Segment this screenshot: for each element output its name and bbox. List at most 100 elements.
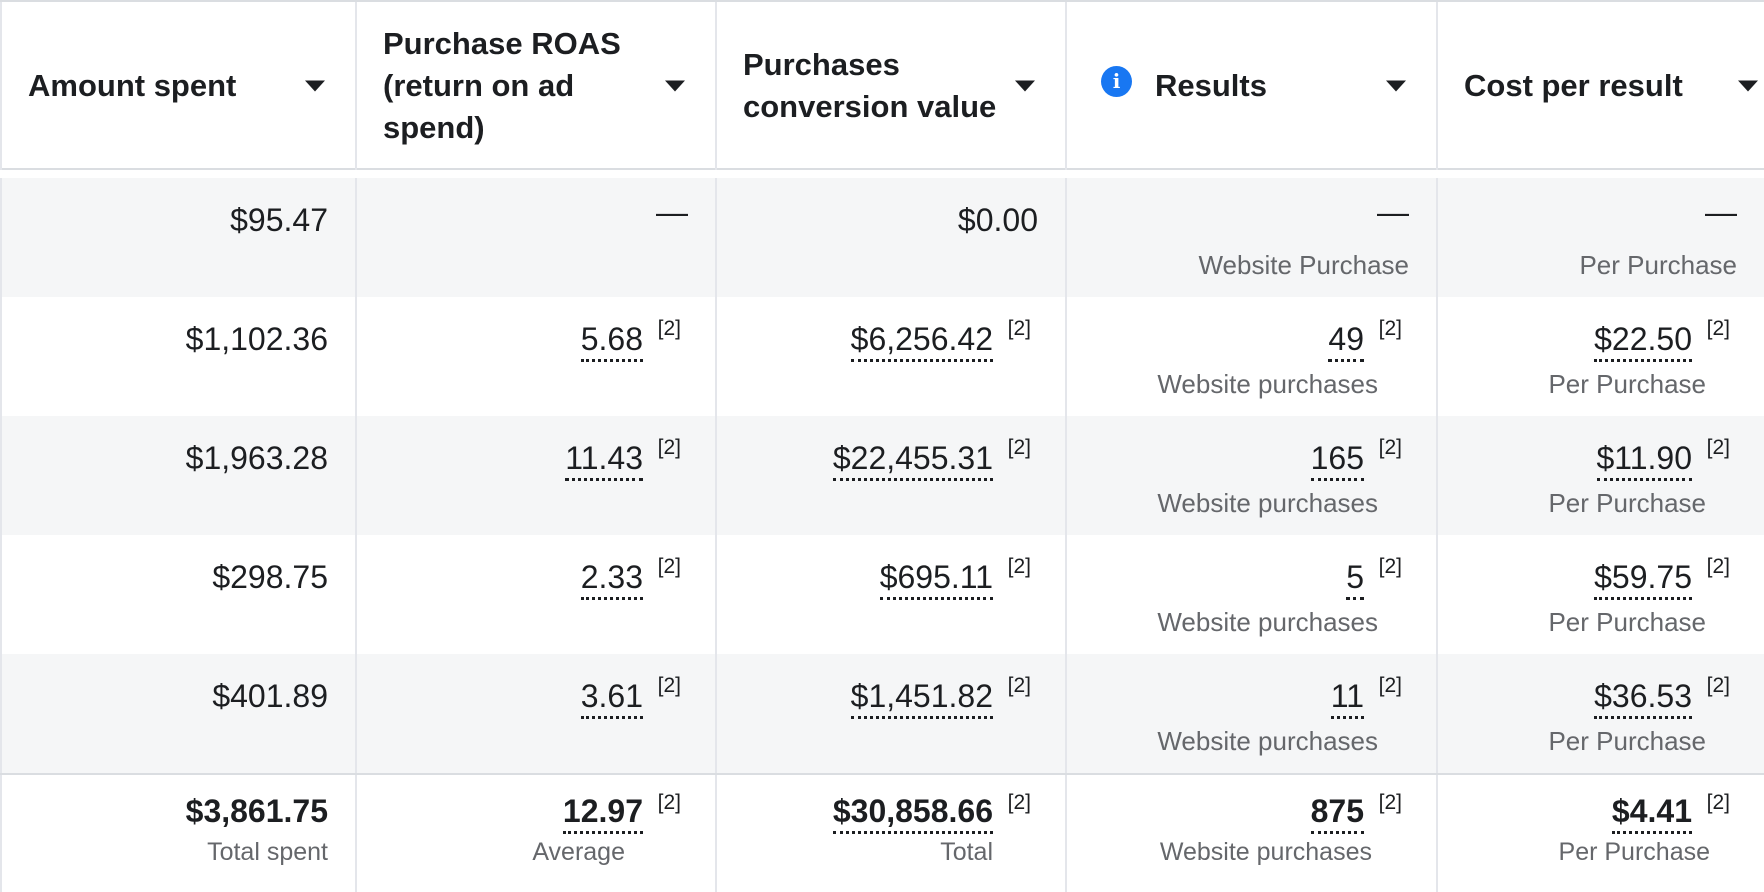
- footnote-marker[interactable]: [2]: [1008, 555, 1031, 579]
- sort-caret-icon[interactable]: [1738, 80, 1758, 92]
- total-roas-value[interactable]: 12.97: [562, 793, 643, 834]
- totals-row: $3,861.75 Total spent 12.97 [2] Average …: [0, 773, 1764, 892]
- footnote-marker[interactable]: [2]: [1707, 317, 1730, 341]
- column-header-label: Amount spent: [28, 68, 237, 103]
- cell-conversion-value: $6,256.42 [2]: [717, 297, 1067, 416]
- amount-value: $401.89: [212, 678, 328, 714]
- cost-per-result-label: Per Purchase: [1579, 250, 1737, 280]
- conversion-value[interactable]: $22,455.31: [832, 440, 993, 481]
- column-header-label: Purchase ROAS (return on ad spend): [383, 26, 621, 145]
- roas-value[interactable]: 3.61: [580, 678, 643, 719]
- total-conversion-value-amount[interactable]: $30,858.66: [832, 793, 993, 834]
- total-results: 875 [2] Website purchases: [1067, 775, 1438, 892]
- column-header-purchases-conversion-value[interactable]: Purchases conversion value: [717, 2, 1067, 170]
- footnote-marker[interactable]: [2]: [658, 791, 681, 815]
- footnote-marker[interactable]: [2]: [1008, 674, 1031, 698]
- amount-value: $1,963.28: [185, 440, 328, 476]
- results-value[interactable]: 11: [1330, 678, 1364, 719]
- conversion-value[interactable]: $695.11: [879, 559, 993, 600]
- footnote-marker[interactable]: [2]: [658, 674, 681, 698]
- cell-amount-spent: $95.47: [0, 178, 357, 297]
- footnote-marker[interactable]: [2]: [1008, 791, 1031, 815]
- column-header-purchase-roas[interactable]: Purchase ROAS (return on ad spend): [357, 2, 717, 170]
- footnote-marker[interactable]: [2]: [1707, 555, 1730, 579]
- roas-value: —: [656, 194, 688, 230]
- cost-per-result-value[interactable]: $36.53: [1594, 678, 1692, 719]
- footnote-marker[interactable]: [2]: [1379, 317, 1402, 341]
- cell-cost-per-result: $11.90 [2] Per Purchase: [1438, 416, 1764, 535]
- results-type-label: Website purchases: [1157, 607, 1378, 637]
- cost-per-result-value[interactable]: $59.75: [1594, 559, 1692, 600]
- cell-purchase-roas: 2.33 [2]: [357, 535, 717, 654]
- cell-results: 5 [2] Website purchases: [1067, 535, 1438, 654]
- total-results-value[interactable]: 875: [1310, 793, 1364, 834]
- conversion-value[interactable]: $1,451.82: [850, 678, 993, 719]
- footnote-marker[interactable]: [2]: [658, 436, 681, 460]
- results-value[interactable]: 49: [1328, 321, 1364, 362]
- footnote-marker[interactable]: [2]: [1008, 317, 1031, 341]
- total-cost-per-result-value[interactable]: $4.41: [1611, 793, 1692, 834]
- total-conversion-value: $30,858.66 [2] Total: [717, 775, 1067, 892]
- column-header-label: Cost per result: [1464, 68, 1683, 103]
- amount-value: $95.47: [230, 202, 328, 238]
- cost-per-result-label: Per Purchase: [1548, 607, 1706, 637]
- cell-purchase-roas: 3.61 [2]: [357, 654, 717, 773]
- roas-value[interactable]: 2.33: [580, 559, 643, 600]
- cell-results: 49 [2] Website purchases: [1067, 297, 1438, 416]
- cell-amount-spent: $1,963.28: [0, 416, 357, 535]
- cell-conversion-value: $22,455.31 [2]: [717, 416, 1067, 535]
- table-row: $95.47 — $0.00 — Website Purchase — Per …: [0, 178, 1764, 297]
- cell-results: — Website Purchase: [1067, 178, 1438, 297]
- table-header: Amount spent Purchase ROAS (return on ad…: [0, 0, 1764, 170]
- column-header-amount-spent[interactable]: Amount spent: [0, 2, 357, 170]
- total-amount-value: $3,861.75: [185, 793, 328, 829]
- sort-caret-icon[interactable]: [305, 80, 325, 92]
- footnote-marker[interactable]: [2]: [1707, 436, 1730, 460]
- cell-cost-per-result: — Per Purchase: [1438, 178, 1764, 297]
- column-header-results[interactable]: i Results: [1067, 2, 1438, 170]
- cost-per-result-value[interactable]: $22.50: [1594, 321, 1692, 362]
- cost-per-result-label: Per Purchase: [1548, 488, 1706, 518]
- total-cost-per-result-label: Per Purchase: [1558, 838, 1710, 866]
- roas-value[interactable]: 11.43: [565, 440, 643, 481]
- footnote-marker[interactable]: [2]: [1379, 555, 1402, 579]
- conversion-value[interactable]: $6,256.42: [850, 321, 993, 362]
- total-amount-spent: $3,861.75 Total spent: [0, 775, 357, 892]
- footnote-marker[interactable]: [2]: [1379, 791, 1402, 815]
- cost-per-result-value: —: [1705, 194, 1737, 230]
- total-amount-label: Total spent: [207, 838, 328, 866]
- footnote-marker[interactable]: [2]: [658, 317, 681, 341]
- info-icon[interactable]: i: [1101, 66, 1132, 97]
- footnote-marker[interactable]: [2]: [658, 555, 681, 579]
- total-roas-label: Average: [532, 838, 625, 866]
- table-row: $298.75 2.33 [2] $695.11 [2] 5 [2] Websi…: [0, 535, 1764, 654]
- cost-per-result-value[interactable]: $11.90: [1596, 440, 1692, 481]
- cost-per-result-label: Per Purchase: [1548, 726, 1706, 756]
- sort-caret-icon[interactable]: [1015, 80, 1035, 92]
- results-type-label: Website Purchase: [1198, 250, 1409, 280]
- footnote-marker[interactable]: [2]: [1707, 791, 1730, 815]
- footnote-marker[interactable]: [2]: [1707, 674, 1730, 698]
- table-row: $1,963.28 11.43 [2] $22,455.31 [2] 165 […: [0, 416, 1764, 535]
- cell-conversion-value: $695.11 [2]: [717, 535, 1067, 654]
- sort-caret-icon[interactable]: [665, 80, 685, 92]
- results-value[interactable]: 5: [1346, 559, 1364, 600]
- footnote-marker[interactable]: [2]: [1008, 436, 1031, 460]
- column-header-label: Results: [1155, 68, 1267, 103]
- roas-value[interactable]: 5.68: [580, 321, 643, 362]
- cell-amount-spent: $1,102.36: [0, 297, 357, 416]
- cell-results: 11 [2] Website purchases: [1067, 654, 1438, 773]
- conversion-value: $0.00: [957, 202, 1038, 238]
- footnote-marker[interactable]: [2]: [1379, 674, 1402, 698]
- column-header-cost-per-result[interactable]: Cost per result: [1438, 2, 1764, 170]
- cell-purchase-roas: 5.68 [2]: [357, 297, 717, 416]
- sort-caret-icon[interactable]: [1386, 80, 1406, 92]
- table-row: $1,102.36 5.68 [2] $6,256.42 [2] 49 [2] …: [0, 297, 1764, 416]
- footnote-marker[interactable]: [2]: [1379, 436, 1402, 460]
- cell-results: 165 [2] Website purchases: [1067, 416, 1438, 535]
- results-value: —: [1377, 194, 1409, 230]
- cell-cost-per-result: $22.50 [2] Per Purchase: [1438, 297, 1764, 416]
- ads-report-table: Amount spent Purchase ROAS (return on ad…: [0, 0, 1764, 892]
- results-value[interactable]: 165: [1310, 440, 1364, 481]
- cell-cost-per-result: $36.53 [2] Per Purchase: [1438, 654, 1764, 773]
